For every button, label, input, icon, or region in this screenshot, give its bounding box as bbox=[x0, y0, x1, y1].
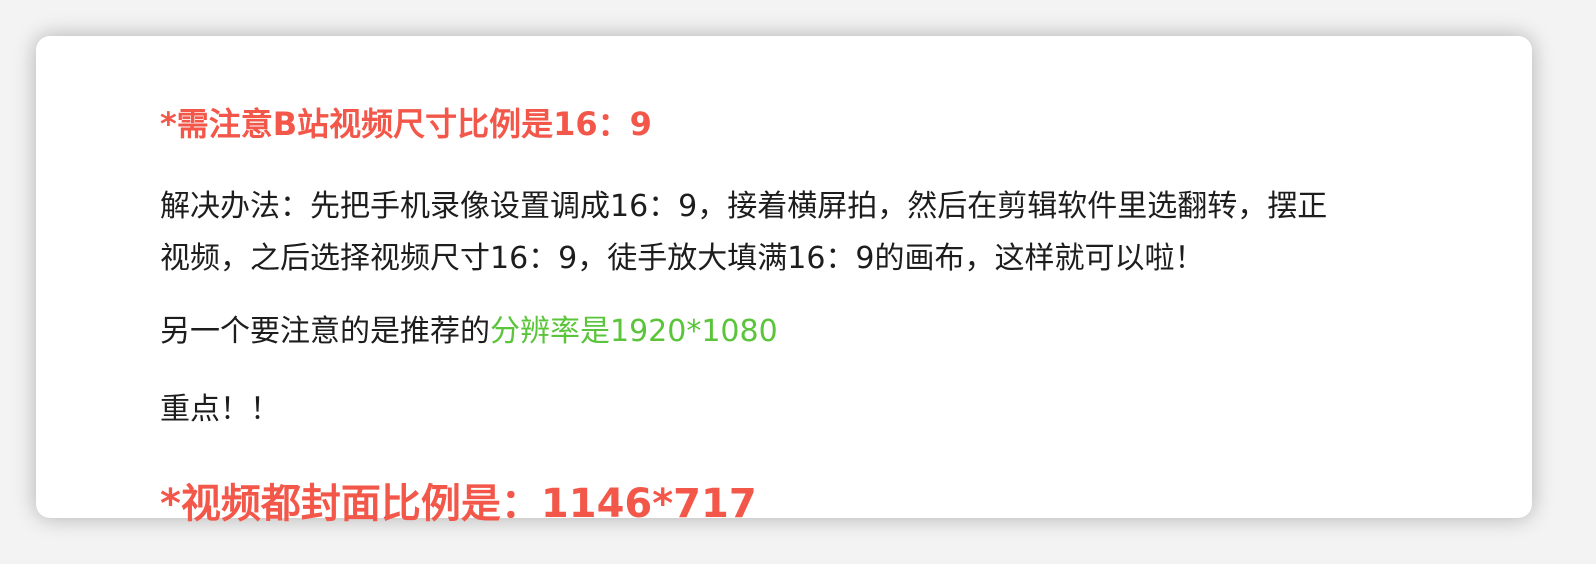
content-card: *需注意B站视频尺寸比例是16：9 解决办法：先把手机录像设置调成16：9，接着… bbox=[36, 36, 1532, 527]
resolution-highlight: 分辨率是1920*1080 bbox=[490, 314, 778, 349]
paragraph-solution-line-2: 视频，之后选择视频尺寸16：9，徒手放大填满16：9的画布，这样就可以啦！ bbox=[160, 241, 1205, 276]
paragraph-resolution: 另一个要注意的是推荐的分辨率是1920*1080 bbox=[160, 311, 778, 353]
paragraph-solution: 解决办法：先把手机录像设置调成16：9，接着横屏拍，然后在剪辑软件里选翻转，摆正… bbox=[160, 181, 1480, 285]
heading-cover-ratio: *视频都封面比例是：1146*717 bbox=[160, 481, 757, 527]
paragraph-solution-line-1: 解决办法：先把手机录像设置调成16：9，接着横屏拍，然后在剪辑软件里选翻转，摆正 bbox=[160, 189, 1328, 224]
paragraph-resolution-prefix: 另一个要注意的是推荐的 bbox=[160, 314, 490, 349]
paragraph-emphasis: 重点！！ bbox=[160, 392, 280, 427]
heading-aspect-ratio: *需注意B站视频尺寸比例是16：9 bbox=[160, 105, 652, 143]
